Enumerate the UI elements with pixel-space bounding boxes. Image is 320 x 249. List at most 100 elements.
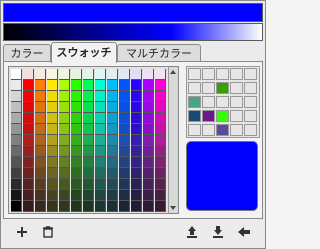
swatch-cell[interactable]	[119, 168, 130, 179]
swatch-cell[interactable]	[155, 157, 166, 168]
swatch-cell[interactable]	[95, 69, 106, 80]
custom-swatch-cell[interactable]	[202, 82, 215, 94]
swatch-cell[interactable]	[107, 179, 118, 190]
swatch-cell[interactable]	[23, 168, 34, 179]
swatch-cell[interactable]	[155, 69, 166, 80]
swatch-cell[interactable]	[71, 102, 82, 113]
swatch-cell[interactable]	[83, 91, 94, 102]
swatch-cell[interactable]	[107, 157, 118, 168]
swatch-cell[interactable]	[107, 168, 118, 179]
swatch-cell[interactable]	[119, 157, 130, 168]
swatch-cell[interactable]	[35, 91, 46, 102]
swatch-cell[interactable]	[131, 102, 142, 113]
swatch-cell[interactable]	[83, 69, 94, 80]
swatch-cell[interactable]	[59, 91, 70, 102]
swatch-cell[interactable]	[59, 69, 70, 80]
swatch-cell[interactable]	[95, 146, 106, 157]
swatch-cell[interactable]	[35, 201, 46, 212]
swatch-cell[interactable]	[107, 190, 118, 201]
swatch-cell[interactable]	[59, 157, 70, 168]
swatch-cell[interactable]	[143, 157, 154, 168]
swatch-cell[interactable]	[35, 157, 46, 168]
swatch-cell[interactable]	[131, 146, 142, 157]
swatch-cell[interactable]	[131, 135, 142, 146]
swatch-cell[interactable]	[23, 135, 34, 146]
swatch-cell[interactable]	[71, 69, 82, 80]
brightness-gradient-bar[interactable]	[3, 23, 263, 41]
swatch-cell[interactable]	[47, 102, 58, 113]
swatch-cell[interactable]	[11, 91, 22, 102]
swatch-cell[interactable]	[35, 124, 46, 135]
swatch-cell[interactable]	[59, 135, 70, 146]
swatch-cell[interactable]	[23, 201, 34, 212]
custom-swatch-cell[interactable]	[244, 124, 257, 136]
swatch-cell[interactable]	[23, 190, 34, 201]
custom-swatch-cell[interactable]	[230, 96, 243, 108]
swatch-cell[interactable]	[83, 201, 94, 212]
swatch-cell[interactable]	[47, 179, 58, 190]
swatch-cell[interactable]	[143, 69, 154, 80]
swatch-cell[interactable]	[155, 146, 166, 157]
swatch-cell[interactable]	[131, 124, 142, 135]
swatch-cell[interactable]	[131, 91, 142, 102]
swatch-cell[interactable]	[11, 80, 22, 91]
swatch-cell[interactable]	[95, 168, 106, 179]
trash-icon[interactable]	[39, 223, 57, 241]
custom-swatch-cell[interactable]	[244, 110, 257, 122]
swatch-cell[interactable]	[143, 179, 154, 190]
swatch-cell[interactable]	[47, 157, 58, 168]
custom-swatch-cell[interactable]	[230, 124, 243, 136]
swatch-cell[interactable]	[143, 80, 154, 91]
swatch-cell[interactable]	[119, 201, 130, 212]
swatch-cell[interactable]	[155, 80, 166, 91]
custom-swatch-cell[interactable]	[216, 124, 229, 136]
swatch-cell[interactable]	[59, 80, 70, 91]
swatch-cell[interactable]	[11, 124, 22, 135]
swatch-cell[interactable]	[71, 168, 82, 179]
swatch-cell[interactable]	[11, 190, 22, 201]
custom-swatch-cell[interactable]	[244, 82, 257, 94]
swatch-cell[interactable]	[83, 80, 94, 91]
swatch-cell[interactable]	[23, 157, 34, 168]
tab-multicolor[interactable]: マルチカラー	[117, 44, 201, 62]
swatch-cell[interactable]	[11, 168, 22, 179]
swatch-cell[interactable]	[71, 201, 82, 212]
swatch-cell[interactable]	[83, 135, 94, 146]
custom-swatch-cell[interactable]	[188, 124, 201, 136]
custom-swatch-cell[interactable]	[216, 68, 229, 80]
custom-swatch-cell[interactable]	[188, 110, 201, 122]
swatch-cell[interactable]	[71, 80, 82, 91]
swatch-cell[interactable]	[35, 102, 46, 113]
custom-swatch-cell[interactable]	[230, 68, 243, 80]
swatch-cell[interactable]	[119, 113, 130, 124]
swatch-cell[interactable]	[71, 135, 82, 146]
swatch-cell[interactable]	[143, 91, 154, 102]
swatch-cell[interactable]	[143, 102, 154, 113]
swatch-cell[interactable]	[155, 135, 166, 146]
swatch-cell[interactable]	[83, 124, 94, 135]
swatch-cell[interactable]	[131, 168, 142, 179]
custom-swatch-cell[interactable]	[230, 82, 243, 94]
swatch-cell[interactable]	[23, 69, 34, 80]
swatch-cell[interactable]	[11, 201, 22, 212]
custom-swatch-cell[interactable]	[202, 124, 215, 136]
swatch-cell[interactable]	[155, 201, 166, 212]
swatch-cell[interactable]	[143, 135, 154, 146]
custom-swatch-cell[interactable]	[202, 68, 215, 80]
custom-swatch-cell[interactable]	[202, 96, 215, 108]
download-icon[interactable]	[209, 223, 227, 241]
swatch-cell[interactable]	[47, 190, 58, 201]
swatch-cell[interactable]	[71, 124, 82, 135]
swatch-cell[interactable]	[59, 124, 70, 135]
swatch-cell[interactable]	[83, 102, 94, 113]
swatch-cell[interactable]	[155, 124, 166, 135]
swatch-cell[interactable]	[71, 179, 82, 190]
swatch-cell[interactable]	[23, 179, 34, 190]
swatch-cell[interactable]	[11, 102, 22, 113]
swatch-cell[interactable]	[107, 135, 118, 146]
swatch-cell[interactable]	[155, 190, 166, 201]
swatch-cell[interactable]	[71, 113, 82, 124]
swatch-cell[interactable]	[143, 168, 154, 179]
swatch-cell[interactable]	[59, 201, 70, 212]
swatch-cell[interactable]	[11, 146, 22, 157]
